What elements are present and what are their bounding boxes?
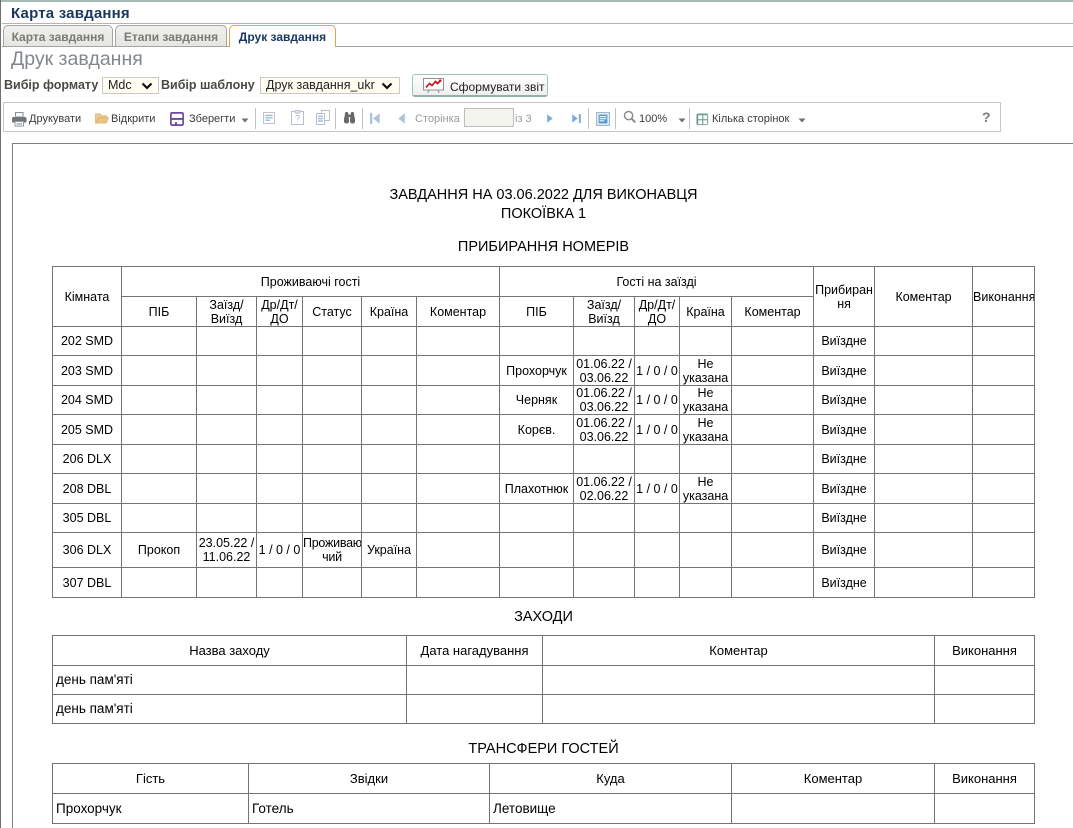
svg-text:?: ?	[295, 114, 300, 124]
